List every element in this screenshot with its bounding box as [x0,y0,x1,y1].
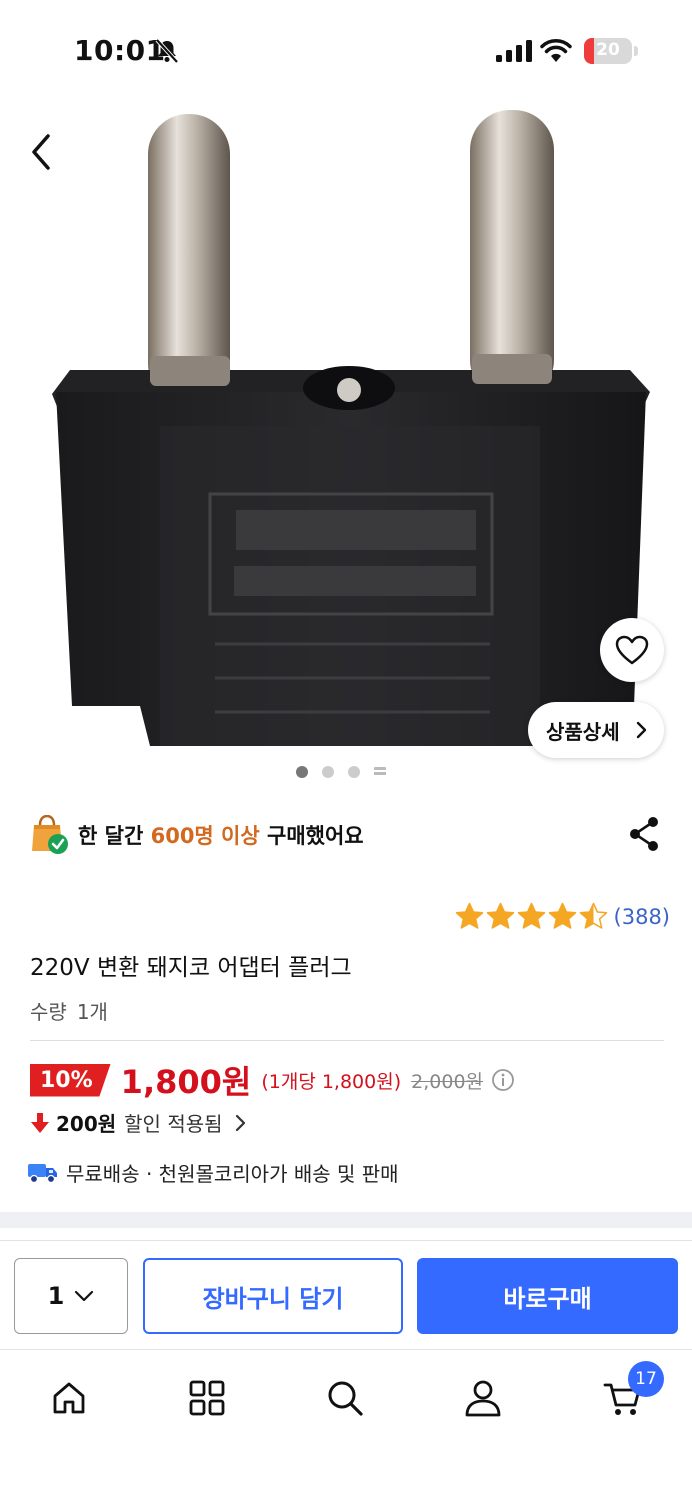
chevron-right-icon [636,721,647,739]
status-time: 10:01 [74,34,166,67]
section-separator [0,1212,692,1228]
plug-adapter-illustration [52,110,650,746]
unit-price: (1개당 1,800원) [261,1070,402,1093]
nav-my-page[interactable] [458,1373,508,1423]
star-icon [517,902,545,929]
purchase-count-highlight: 600명 이상 [150,824,260,848]
product-detail-button[interactable]: 상품상세 [528,702,664,758]
wifi-icon [540,39,572,62]
carousel-dot[interactable] [296,766,308,778]
status-bar: 10:01 20 [0,0,692,96]
purchase-action-bar: 1 장바구니 담기 바로구매 [0,1240,692,1350]
chevron-down-icon [75,1290,94,1302]
shipping-text: 무료배송 · 천원몰코리아가 배송 및 판매 [66,1162,399,1186]
user-icon [465,1380,501,1417]
purchase-text-pre: 한 달간 [78,824,151,848]
discount-applied-row[interactable]: 200원 할인 적용됨 [30,1108,247,1137]
back-button[interactable] [22,130,62,174]
quantity-select-value: 1 [47,1282,65,1310]
nav-search[interactable] [320,1373,370,1423]
star-icon [579,902,607,929]
carousel-dot[interactable] [348,766,360,778]
purchase-count-row: 한 달간 600명 이상 구매했어요 [30,810,662,860]
discount-amount: 200원 [56,1112,117,1136]
carousel-more-icon[interactable] [374,767,386,777]
discount-badge: 10% [30,1063,111,1097]
nav-home[interactable] [44,1373,94,1423]
share-icon[interactable] [626,814,662,854]
purchase-text-post: 구매했어요 [259,824,364,848]
quantity-label: 수량 [30,1000,67,1024]
category-icon [189,1380,225,1416]
truck-icon [28,1163,57,1183]
quantity-select[interactable]: 1 [14,1258,128,1334]
arrow-down-icon [31,1112,49,1133]
battery-cap [634,46,638,56]
star-icon [486,902,514,929]
original-price: 2,000원 [411,1070,484,1093]
home-icon [53,1382,85,1414]
divider [30,1040,664,1041]
search-icon [328,1381,363,1416]
heart-icon [615,635,649,665]
product-detail-label: 상품상세 [546,719,620,744]
star-icon [548,902,576,929]
wishlist-button[interactable] [600,618,664,682]
shipping-row: 무료배송 · 천원몰코리아가 배송 및 판매 [28,1158,399,1187]
discount-applied-text: 할인 적용됨 [124,1112,223,1136]
battery-indicator: 20 [584,38,632,64]
bottom-navigation: 17 [0,1351,692,1500]
rating-row[interactable]: (388) [455,902,670,931]
image-carousel-pager[interactable] [296,766,386,778]
product-image[interactable] [0,96,692,786]
add-to-cart-button[interactable]: 장바구니 담기 [143,1258,403,1334]
quantity-info: 수량 1개 [30,996,108,1025]
battery-percent: 20 [596,40,620,60]
nav-category[interactable] [182,1373,232,1423]
chevron-right-icon [235,1114,245,1131]
cart-count-badge: 17 [628,1361,664,1397]
info-icon[interactable] [491,1068,515,1092]
carousel-dot[interactable] [322,766,334,778]
star-rating [455,902,608,931]
purchase-count-text: 한 달간 600명 이상 구매했어요 [78,820,364,850]
sale-price: 1,800원 [120,1063,252,1101]
shopping-bag-icon [32,815,68,854]
bell-slash-icon [155,38,179,64]
buy-now-button[interactable]: 바로구매 [417,1258,678,1334]
quantity-value: 1개 [76,1000,108,1024]
price-row: 10% 1,800원 (1개당 1,800원) 2,000원 [30,1054,515,1106]
signal-icon [496,40,532,62]
review-count[interactable]: (388) [614,905,670,929]
star-icon [455,902,483,929]
product-title: 220V 변환 돼지코 어댑터 플러그 [30,955,352,981]
